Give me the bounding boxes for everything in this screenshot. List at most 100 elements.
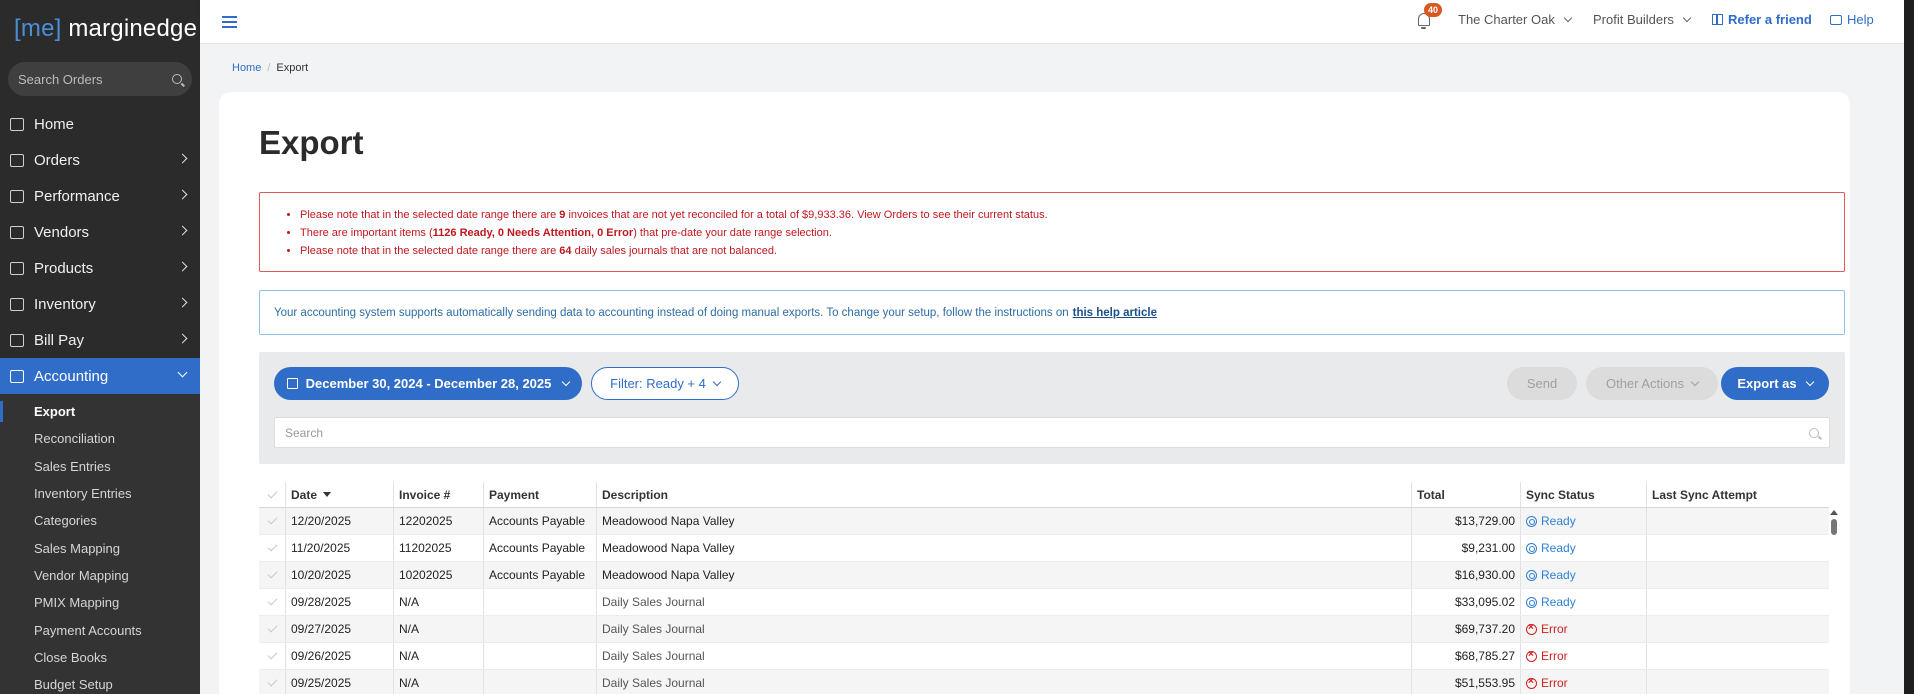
cell-sync-status[interactable]: Error bbox=[1521, 616, 1647, 642]
table-row[interactable]: 09/26/2025 N/A Daily Sales Journal $68,785.… bbox=[259, 643, 1829, 670]
table-search-input[interactable] bbox=[285, 425, 1685, 440]
table-row[interactable]: 11/20/2025 11202025 Accounts Payable Meadow… bbox=[259, 535, 1829, 562]
column-header-last-sync[interactable]: Last Sync Attempt bbox=[1647, 482, 1829, 507]
chevron-right-icon bbox=[177, 261, 188, 272]
logo-bracket-close: ] bbox=[54, 15, 62, 42]
cell-sync-status[interactable]: Ready bbox=[1521, 589, 1647, 615]
filter-button[interactable]: Filter: Ready + 4 bbox=[591, 367, 739, 400]
restaurant-selector[interactable]: The Charter Oak bbox=[1458, 12, 1573, 27]
column-header-total[interactable]: Total bbox=[1412, 482, 1521, 507]
status-badge[interactable]: Error bbox=[1526, 676, 1568, 690]
nav-performance[interactable]: Performance bbox=[0, 178, 200, 214]
cell-date: 09/26/2025 bbox=[286, 643, 394, 669]
send-button[interactable]: Send bbox=[1507, 367, 1577, 400]
subnav-vendor-mapping[interactable]: Vendor Mapping bbox=[0, 562, 200, 589]
column-header-description[interactable]: Description bbox=[597, 482, 1412, 507]
help-label: Help bbox=[1847, 12, 1874, 27]
search-icon[interactable] bbox=[172, 74, 182, 84]
column-header-payment[interactable]: Payment bbox=[484, 482, 597, 507]
subnav-sales-entries[interactable]: Sales Entries bbox=[0, 453, 200, 480]
row-checkbox[interactable] bbox=[259, 670, 286, 694]
table-row[interactable]: 12/20/2025 12202025 Accounts Payable Meadow… bbox=[259, 508, 1829, 535]
nav-inventory[interactable]: Inventory bbox=[0, 286, 200, 322]
logo-name: marginedge bbox=[61, 15, 198, 42]
other-actions-button[interactable]: Other Actions bbox=[1586, 367, 1718, 400]
error-circle-icon bbox=[1526, 622, 1537, 635]
cell-sync-status[interactable]: Ready bbox=[1521, 508, 1647, 534]
refer-friend-link[interactable]: Refer a friend bbox=[1712, 12, 1812, 27]
subnav-close-books[interactable]: Close Books bbox=[0, 644, 200, 671]
cell-description: Meadowood Napa Valley bbox=[597, 562, 1412, 588]
row-checkbox[interactable] bbox=[259, 508, 286, 534]
gift-icon bbox=[1712, 14, 1723, 25]
subnav-budget-setup[interactable]: Budget Setup bbox=[0, 671, 200, 694]
info-alert: Your accounting system supports automati… bbox=[259, 290, 1845, 335]
status-badge[interactable]: Error bbox=[1526, 622, 1568, 636]
help-icon bbox=[1830, 14, 1842, 25]
row-checkbox[interactable] bbox=[259, 589, 286, 615]
status-badge[interactable]: Ready bbox=[1526, 541, 1576, 555]
help-link[interactable]: Help bbox=[1830, 12, 1874, 27]
nav-bill-pay[interactable]: Bill Pay bbox=[0, 322, 200, 358]
check-icon bbox=[267, 541, 277, 552]
nav-accounting[interactable]: Accounting bbox=[0, 358, 200, 394]
cell-sync-status[interactable]: Error bbox=[1521, 643, 1647, 669]
column-header-invoice[interactable]: Invoice # bbox=[394, 482, 484, 507]
cell-sync-status[interactable]: Ready bbox=[1521, 562, 1647, 588]
search-orders-input[interactable] bbox=[18, 71, 158, 87]
subnav-export[interactable]: Export bbox=[0, 398, 200, 425]
subnav-payment-accounts[interactable]: Payment Accounts bbox=[0, 616, 200, 643]
subnav-categories[interactable]: Categories bbox=[0, 507, 200, 534]
nav-products[interactable]: Products bbox=[0, 250, 200, 286]
status-badge[interactable]: Ready bbox=[1526, 568, 1576, 582]
group-selector[interactable]: Profit Builders bbox=[1593, 12, 1692, 27]
cell-sync-status[interactable]: Ready bbox=[1521, 535, 1647, 561]
subnav-inventory-entries[interactable]: Inventory Entries bbox=[0, 480, 200, 507]
row-checkbox[interactable] bbox=[259, 643, 286, 669]
alert-line: Please note that in the selected date ra… bbox=[300, 242, 1844, 260]
subnav-pmix-mapping[interactable]: PMIX Mapping bbox=[0, 589, 200, 616]
subnav-sales-mapping[interactable]: Sales Mapping bbox=[0, 534, 200, 561]
sidebar-search[interactable] bbox=[8, 62, 192, 96]
check-icon bbox=[267, 649, 277, 660]
row-checkbox[interactable] bbox=[259, 562, 286, 588]
export-as-button[interactable]: Export as bbox=[1721, 367, 1829, 400]
help-article-link[interactable]: this help article bbox=[1073, 307, 1157, 319]
nav-home[interactable]: Home bbox=[0, 106, 200, 142]
cell-sync-status[interactable]: Error bbox=[1521, 670, 1647, 694]
table-row[interactable]: 09/27/2025 N/A Daily Sales Journal $69,737.… bbox=[259, 616, 1829, 643]
table-row[interactable]: 10/20/2025 10202025 Accounts Payable Meadow… bbox=[259, 562, 1829, 589]
header-label: Date bbox=[291, 487, 318, 502]
nav-vendors[interactable]: Vendors bbox=[0, 214, 200, 250]
scroll-up-icon[interactable] bbox=[1830, 510, 1838, 515]
nav-orders[interactable]: Orders bbox=[0, 142, 200, 178]
status-label: Ready bbox=[1541, 514, 1576, 528]
export-as-label: Export as bbox=[1737, 376, 1797, 391]
date-range-label: December 30, 2024 - December 28, 2025 bbox=[305, 376, 552, 391]
cell-payment: Accounts Payable bbox=[484, 508, 597, 534]
column-header-sync-status[interactable]: Sync Status bbox=[1521, 482, 1647, 507]
status-badge[interactable]: Error bbox=[1526, 649, 1568, 663]
column-header-date[interactable]: Date bbox=[286, 482, 394, 507]
row-checkbox[interactable] bbox=[259, 616, 286, 642]
select-all-checkbox[interactable] bbox=[259, 482, 286, 507]
table-row[interactable]: 09/28/2025 N/A Daily Sales Journal $33,095.… bbox=[259, 589, 1829, 616]
chevron-down-icon bbox=[1682, 13, 1692, 23]
cell-description: Daily Sales Journal bbox=[597, 643, 1412, 669]
status-badge[interactable]: Ready bbox=[1526, 514, 1576, 528]
table-scrollbar[interactable] bbox=[1830, 510, 1838, 694]
accounting-subnav: Export Reconciliation Sales Entries Inve… bbox=[0, 394, 200, 694]
other-actions-label: Other Actions bbox=[1605, 376, 1685, 391]
table-row[interactable]: 09/25/2025 N/A Daily Sales Journal $51,553.… bbox=[259, 670, 1829, 694]
row-checkbox[interactable] bbox=[259, 535, 286, 561]
date-range-button[interactable]: December 30, 2024 - December 28, 2025 bbox=[274, 367, 582, 400]
hamburger-menu-icon[interactable] bbox=[222, 16, 237, 28]
subnav-reconciliation[interactable]: Reconciliation bbox=[0, 425, 200, 452]
breadcrumb-home[interactable]: Home bbox=[232, 62, 261, 74]
status-badge[interactable]: Ready bbox=[1526, 595, 1576, 609]
scroll-thumb[interactable] bbox=[1831, 519, 1837, 535]
cell-total: $69,737.20 bbox=[1412, 616, 1521, 642]
search-icon[interactable] bbox=[1809, 427, 1819, 438]
marginedge-logo[interactable]: [me] marginedge bbox=[0, 0, 200, 58]
table-search[interactable] bbox=[274, 417, 1830, 448]
